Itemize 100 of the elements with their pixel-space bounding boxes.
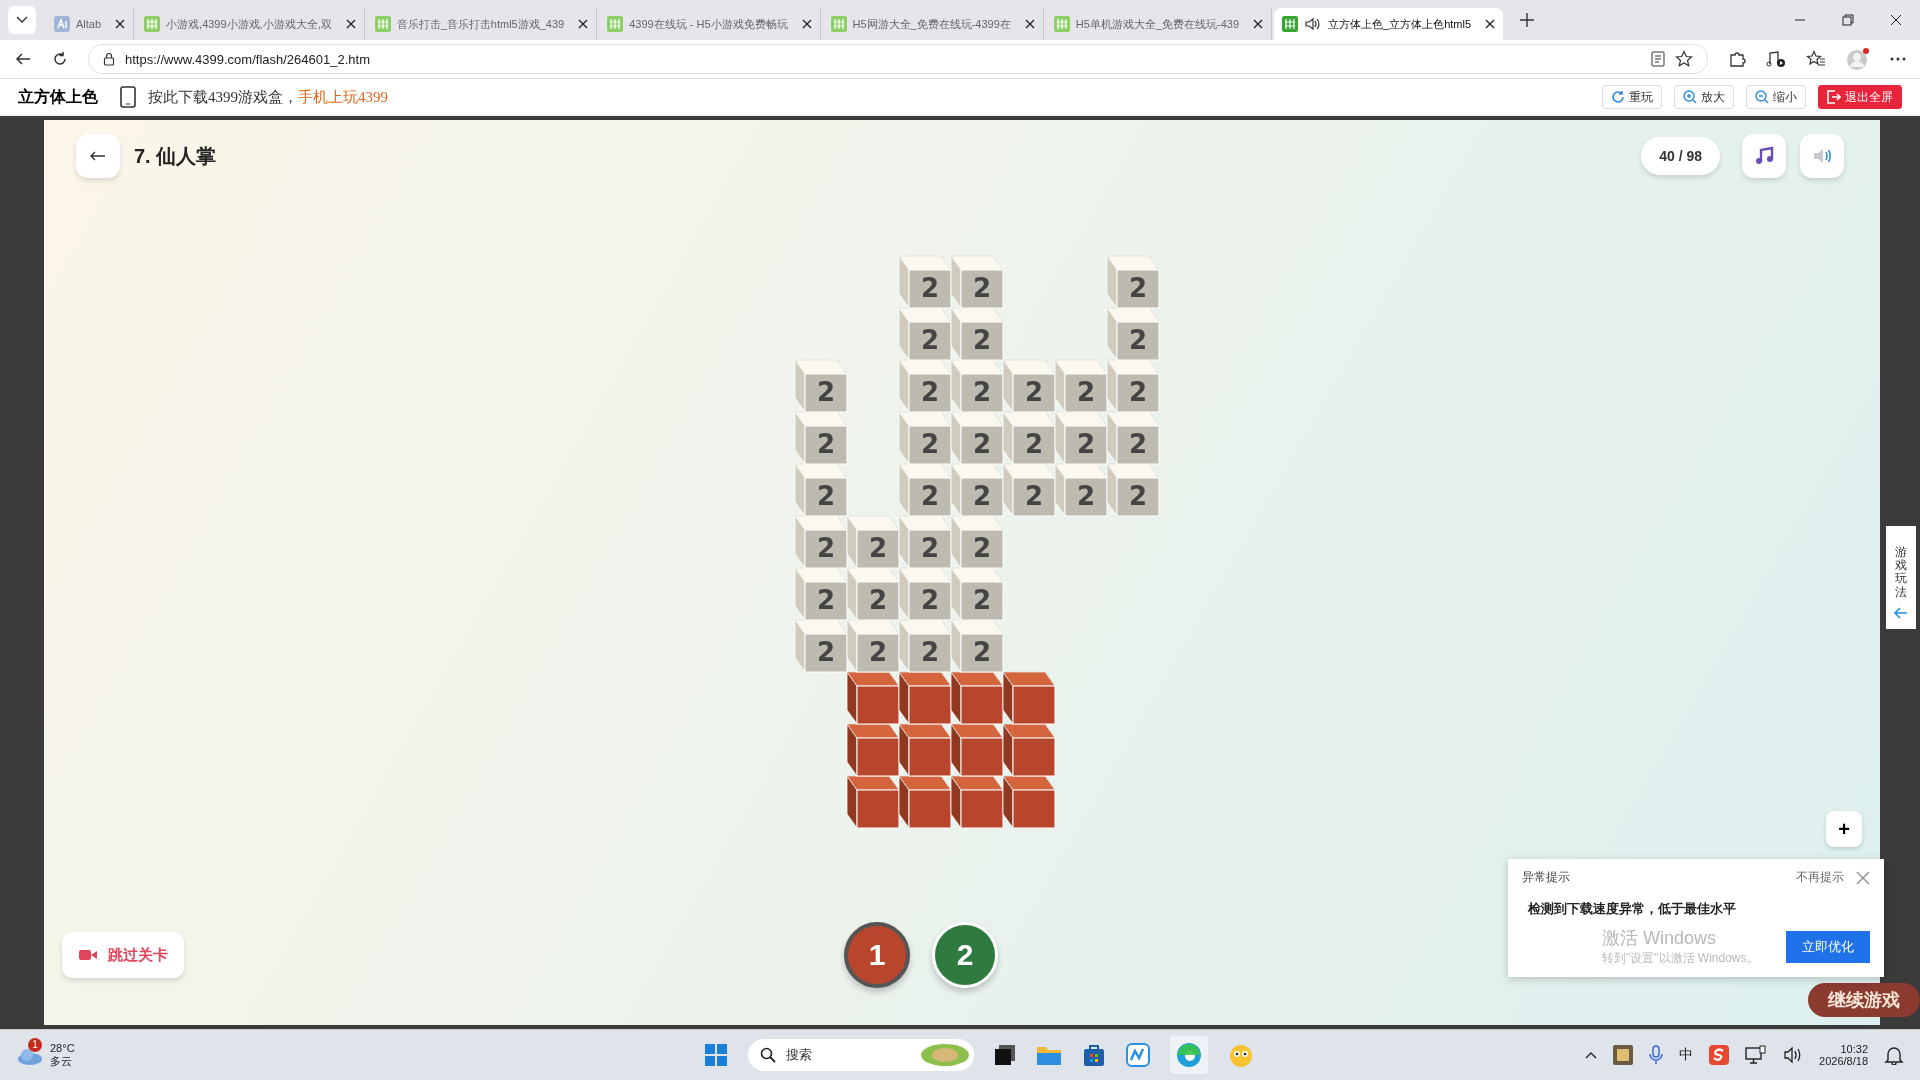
cube-number: 2: [972, 584, 992, 615]
cube-number: 2: [816, 428, 836, 459]
folder-icon[interactable]: [1036, 1044, 1062, 1066]
phone-icon: [120, 86, 136, 108]
how-to-play-tab[interactable]: 游戏玩法: [1886, 526, 1916, 629]
activation-watermark: 激活 Windows: [1602, 927, 1718, 950]
cube-number: 2: [972, 376, 992, 407]
zoom-in-button[interactable]: +: [1826, 811, 1862, 847]
popup-title: 异常提示: [1522, 869, 1570, 886]
clock-date[interactable]: 2026/8/18: [1819, 1055, 1868, 1067]
favorites-icon[interactable]: [1806, 50, 1826, 68]
cube-number: 2: [972, 428, 992, 459]
cube-number: 2: [920, 532, 940, 563]
zoom-out-icon: [1755, 90, 1769, 104]
new-tab-icon[interactable]: [1519, 12, 1536, 28]
cube[interactable]: [950, 671, 1004, 724]
cube-number: 2: [1128, 376, 1148, 407]
cube-number: 2: [1076, 428, 1096, 459]
restore-icon[interactable]: [1842, 14, 1854, 26]
reload-icon[interactable]: [52, 51, 68, 67]
cube[interactable]: [898, 775, 952, 828]
bell-icon[interactable]: [1884, 1045, 1904, 1065]
input-method-indicator[interactable]: 中: [1679, 1046, 1694, 1064]
cube[interactable]: [846, 671, 900, 724]
browser-tab[interactable]: 立方体上色_立方体上色html5: [1274, 8, 1504, 40]
cube[interactable]: [950, 775, 1004, 828]
close-icon[interactable]: [345, 19, 356, 29]
sogou-icon[interactable]: [1709, 1045, 1730, 1065]
address-field[interactable]: https://www.4399.com/flash/264601_2.htm: [88, 44, 1708, 74]
speaker-icon[interactable]: [1304, 16, 1323, 32]
store-bag-icon[interactable]: [1082, 1043, 1106, 1067]
color-swatch[interactable]: 1: [844, 922, 910, 988]
taskbar-search-field[interactable]: 搜索: [748, 1039, 974, 1071]
cube-number: 2: [920, 376, 940, 407]
start-icon[interactable]: [704, 1043, 728, 1067]
music-play-icon[interactable]: [1766, 50, 1786, 68]
browser-icon[interactable]: [1176, 1042, 1202, 1068]
music-button[interactable]: [1742, 134, 1786, 178]
puzzle-icon[interactable]: [1728, 50, 1746, 68]
grid-logo-icon: [1053, 16, 1070, 32]
chart-app-icon[interactable]: [1126, 1043, 1150, 1067]
notification-badge: 1: [28, 1038, 42, 1052]
cube[interactable]: [1002, 671, 1056, 724]
close-icon[interactable]: [115, 19, 126, 29]
cube-number: 2: [816, 480, 836, 511]
cube-number: 2: [868, 584, 888, 615]
download-promo: 按此下载4399游戏盒，手机上玩4399: [148, 87, 388, 107]
task-view-icon[interactable]: [994, 1044, 1016, 1066]
continue-game-button[interactable]: 继续游戏: [1808, 983, 1920, 1017]
grid-logo-icon: [1282, 16, 1299, 32]
cube-number: 2: [816, 584, 836, 615]
zoom-in-button[interactable]: 放大: [1674, 85, 1734, 109]
chevron-up-icon[interactable]: [1585, 1051, 1598, 1059]
close-icon[interactable]: [1485, 19, 1496, 29]
more-icon[interactable]: [1890, 57, 1906, 61]
cube[interactable]: [898, 723, 952, 776]
close-icon[interactable]: [801, 19, 812, 29]
tab-list-button[interactable]: [8, 6, 36, 34]
star-icon[interactable]: [1675, 50, 1693, 68]
cube[interactable]: [950, 723, 1004, 776]
download-link[interactable]: 手机上玩4399: [298, 88, 388, 105]
cube[interactable]: [1002, 723, 1056, 776]
game-app-icon[interactable]: [1613, 1045, 1634, 1065]
dont-show-again-link[interactable]: 不再提示: [1796, 869, 1844, 886]
microphone-icon[interactable]: [1649, 1045, 1664, 1065]
reader-icon[interactable]: [1651, 51, 1665, 67]
cube-number: 2: [1128, 428, 1148, 459]
back-button[interactable]: [76, 134, 120, 178]
zoom-in-icon: [1683, 90, 1697, 104]
cube[interactable]: [1002, 775, 1056, 828]
cube[interactable]: [898, 671, 952, 724]
refresh-icon: [1611, 90, 1625, 104]
close-icon[interactable]: [1253, 19, 1264, 29]
cube-number: 2: [920, 636, 940, 667]
close-icon[interactable]: [1024, 19, 1035, 29]
profile-avatar-icon[interactable]: [1846, 47, 1870, 71]
level-count: 40 / 98: [1641, 137, 1720, 175]
zoom-out-button[interactable]: 缩小: [1746, 85, 1806, 109]
lock-icon: [103, 52, 115, 66]
temperature: 28°C: [50, 1041, 75, 1054]
optimize-button[interactable]: 立即优化: [1786, 930, 1870, 963]
cube[interactable]: [846, 723, 900, 776]
replay-button[interactable]: 重玩: [1602, 85, 1662, 109]
cube-number: 2: [1128, 324, 1148, 355]
back-icon[interactable]: [14, 51, 32, 67]
exit-icon: [1827, 90, 1841, 104]
clock-time[interactable]: 10:32: [1840, 1043, 1868, 1055]
cube-number: 2: [972, 272, 992, 303]
grid-logo-icon: [374, 16, 391, 32]
cube-number: 2: [1024, 428, 1044, 459]
close-icon[interactable]: [1890, 14, 1902, 26]
grid-logo-icon: [607, 16, 624, 32]
skip-level-button[interactable]: 跳过关卡: [62, 932, 184, 978]
network-icon[interactable]: [1745, 1045, 1768, 1065]
cube[interactable]: [846, 775, 900, 828]
color-swatch[interactable]: 2: [932, 922, 998, 988]
close-icon[interactable]: [578, 19, 589, 29]
exit-button[interactable]: 退出全屏: [1818, 85, 1902, 109]
video-camera-icon: [78, 948, 98, 962]
cube-number: 2: [1076, 376, 1096, 407]
